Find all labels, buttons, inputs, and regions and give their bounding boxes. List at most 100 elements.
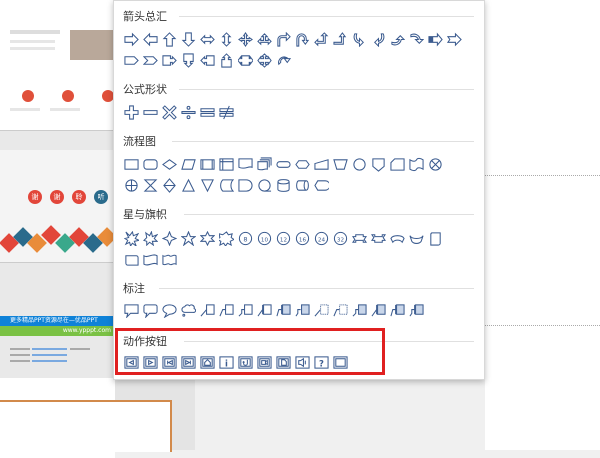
star-8-shape[interactable]: 8 <box>236 229 255 248</box>
rect-callout-shape[interactable] <box>122 301 141 320</box>
flowchart-decision-shape[interactable] <box>160 155 179 174</box>
flowchart-summing-junction-shape[interactable] <box>426 155 445 174</box>
star-12-shape[interactable]: 12 <box>274 229 293 248</box>
line-callout-3-border-accent-shape[interactable] <box>407 301 426 320</box>
horizontal-scroll-shape[interactable] <box>122 250 141 269</box>
flowchart-sort-shape[interactable] <box>160 176 179 195</box>
striped-right-arrow-shape[interactable] <box>426 30 445 49</box>
current-slide-edge[interactable] <box>0 400 172 452</box>
vertical-scroll-shape[interactable] <box>426 229 445 248</box>
double-wave-shape[interactable] <box>160 250 179 269</box>
flowchart-or-shape[interactable] <box>122 176 141 195</box>
line-callout-1-accent-shape[interactable] <box>255 301 274 320</box>
flowchart-process-shape[interactable] <box>122 155 141 174</box>
curved-left-arrow-shape[interactable] <box>369 30 388 49</box>
curved-ribbon-up-shape[interactable] <box>388 229 407 248</box>
flowchart-sequential-storage-shape[interactable] <box>255 176 274 195</box>
star-24-shape[interactable]: 24 <box>312 229 331 248</box>
flowchart-internal-storage-shape[interactable] <box>217 155 236 174</box>
flowchart-punched-tape-shape[interactable] <box>407 155 426 174</box>
left-arrow-shape[interactable] <box>141 30 160 49</box>
equal-shape[interactable] <box>198 103 217 122</box>
left-up-arrow-shape[interactable] <box>312 30 331 49</box>
explosion-1-shape[interactable] <box>122 229 141 248</box>
line-callout-2-border-accent-shape[interactable] <box>388 301 407 320</box>
star-4-shape[interactable] <box>160 229 179 248</box>
line-callout-2-no-border-shape[interactable] <box>331 301 350 320</box>
line-callout-1-border-accent-shape[interactable] <box>369 301 388 320</box>
star-10-shape[interactable]: 10 <box>255 229 274 248</box>
curved-right-arrow-shape[interactable] <box>350 30 369 49</box>
left-right-arrow-callout-shape[interactable] <box>236 51 255 70</box>
flowchart-collate-shape[interactable] <box>141 176 160 195</box>
flowchart-manual-operation-shape[interactable] <box>331 155 350 174</box>
flowchart-merge-shape[interactable] <box>198 176 217 195</box>
flowchart-predefined-process-shape[interactable] <box>198 155 217 174</box>
curved-ribbon-down-shape[interactable] <box>407 229 426 248</box>
quad-arrow-callout-shape[interactable] <box>255 51 274 70</box>
flowchart-alt-process-shape[interactable] <box>141 155 160 174</box>
star-5-shape[interactable] <box>179 229 198 248</box>
oval-callout-shape[interactable] <box>160 301 179 320</box>
flowchart-card-shape[interactable] <box>388 155 407 174</box>
flowchart-delay-shape[interactable] <box>236 176 255 195</box>
down-arrow-callout-shape[interactable] <box>179 51 198 70</box>
line-callout-2-accent-shape[interactable] <box>274 301 293 320</box>
up-arrow-callout-shape[interactable] <box>217 51 236 70</box>
slide-thumbnail-2[interactable]: 谢 谢 聆 听 <box>0 150 115 263</box>
flowchart-multidocument-shape[interactable] <box>255 155 274 174</box>
line-callout-1-shape[interactable] <box>198 301 217 320</box>
flowchart-connector-shape[interactable] <box>350 155 369 174</box>
bent-up-arrow-shape[interactable] <box>331 30 350 49</box>
flowchart-offpage-connector-shape[interactable] <box>369 155 388 174</box>
line-callout-3-shape[interactable] <box>236 301 255 320</box>
left-right-up-arrow-shape[interactable] <box>255 30 274 49</box>
line-callout-2-shape[interactable] <box>217 301 236 320</box>
cloud-callout-shape[interactable] <box>179 301 198 320</box>
down-arrow-shape[interactable] <box>179 30 198 49</box>
rounded-rect-callout-shape[interactable] <box>141 301 160 320</box>
line-callout-1-no-border-shape[interactable] <box>312 301 331 320</box>
circular-arrow-shape[interactable] <box>274 51 293 70</box>
line-callout-3-accent-shape[interactable] <box>293 301 312 320</box>
curved-up-arrow-shape[interactable] <box>388 30 407 49</box>
pentagon-arrow-shape[interactable] <box>122 51 141 70</box>
ribbon-up-shape[interactable] <box>350 229 369 248</box>
notched-right-arrow-shape[interactable] <box>445 30 464 49</box>
up-arrow-shape[interactable] <box>160 30 179 49</box>
u-turn-arrow-shape[interactable] <box>293 30 312 49</box>
flowchart-display-shape[interactable] <box>312 176 331 195</box>
line-callout-3-no-border-shape[interactable] <box>350 301 369 320</box>
not-equal-shape[interactable] <box>217 103 236 122</box>
flowchart-data-shape[interactable] <box>179 155 198 174</box>
slide-thumbnail-1[interactable] <box>0 0 115 131</box>
right-arrow-shape[interactable] <box>122 30 141 49</box>
curved-down-arrow-shape[interactable] <box>407 30 426 49</box>
flowchart-direct-access-storage-shape[interactable] <box>293 176 312 195</box>
quad-arrow-shape[interactable] <box>236 30 255 49</box>
star-6-shape[interactable] <box>198 229 217 248</box>
flowchart-magnetic-disk-shape[interactable] <box>274 176 293 195</box>
multiply-shape[interactable] <box>160 103 179 122</box>
flowchart-stored-data-shape[interactable] <box>217 176 236 195</box>
divide-shape[interactable] <box>179 103 198 122</box>
bent-arrow-shape[interactable] <box>274 30 293 49</box>
chevron-shape[interactable] <box>141 51 160 70</box>
flowchart-preparation-shape[interactable] <box>293 155 312 174</box>
left-arrow-callout-shape[interactable] <box>198 51 217 70</box>
flowchart-document-shape[interactable] <box>236 155 255 174</box>
plus-shape[interactable] <box>122 103 141 122</box>
right-arrow-callout-shape[interactable] <box>160 51 179 70</box>
left-right-arrow-shape[interactable] <box>198 30 217 49</box>
ribbon-down-shape[interactable] <box>369 229 388 248</box>
explosion-2-shape[interactable] <box>141 229 160 248</box>
up-down-arrow-shape[interactable] <box>217 30 236 49</box>
flowchart-terminator-shape[interactable] <box>274 155 293 174</box>
star-32-shape[interactable]: 32 <box>331 229 350 248</box>
wave-shape[interactable] <box>141 250 160 269</box>
star-7-shape[interactable] <box>217 229 236 248</box>
slide-canvas[interactable] <box>485 0 600 450</box>
flowchart-manual-input-shape[interactable] <box>312 155 331 174</box>
minus-shape[interactable] <box>141 103 160 122</box>
flowchart-extract-shape[interactable] <box>179 176 198 195</box>
